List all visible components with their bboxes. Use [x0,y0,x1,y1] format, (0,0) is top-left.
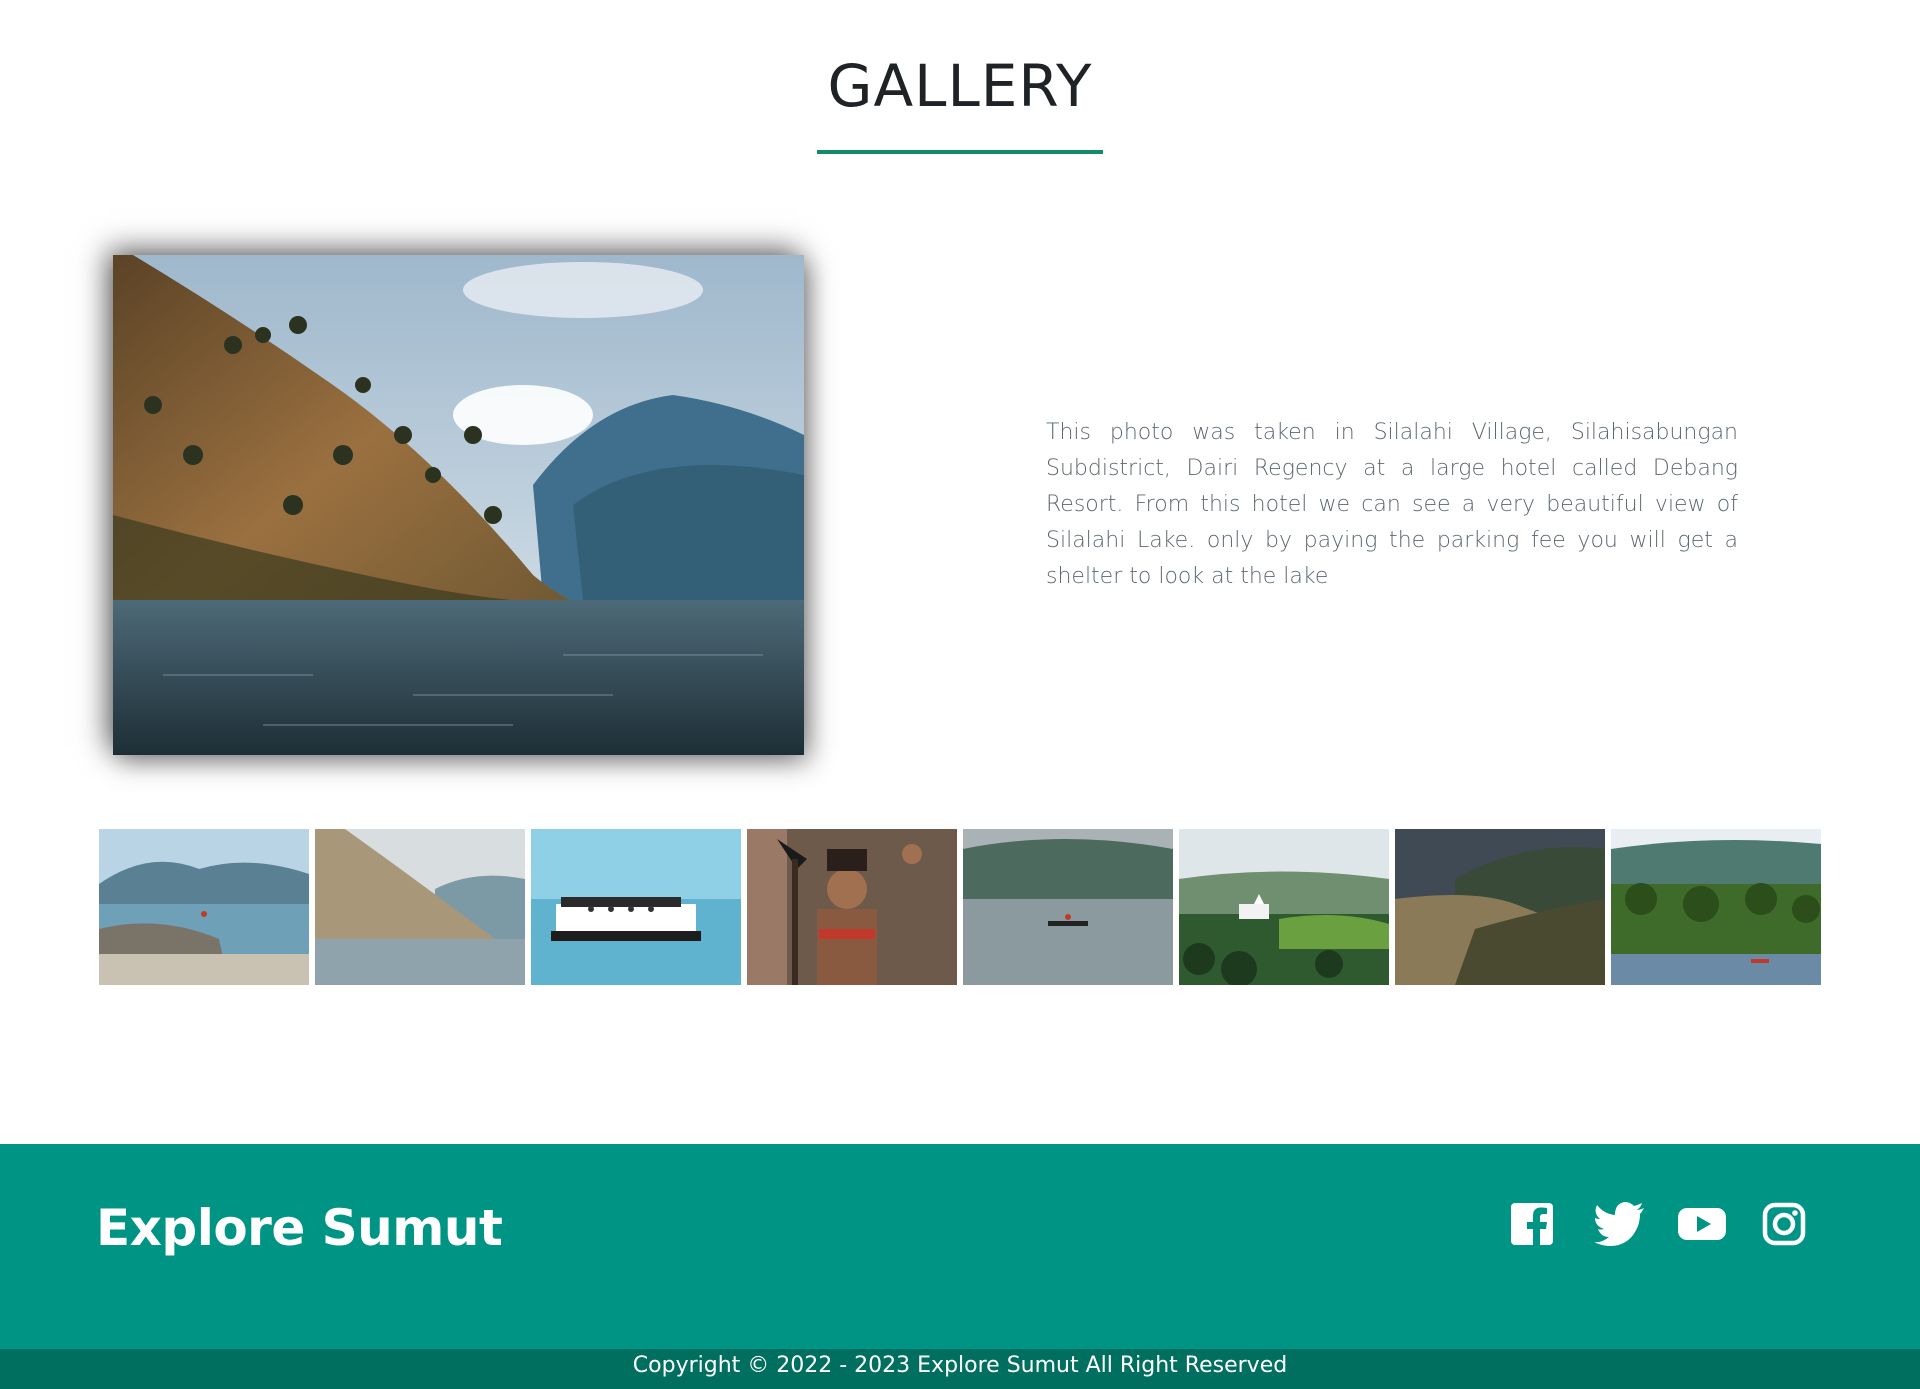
thumbnail-batak-warrior[interactable] [747,829,957,985]
instagram-icon[interactable] [1762,1202,1806,1246]
photo-description: This photo was taken in Silalahi Village… [1046,420,1738,589]
facebook-icon[interactable] [1510,1202,1554,1246]
thumbnail-ferry-boat[interactable] [531,829,741,985]
thumbnail-village-church-hills[interactable] [1179,829,1389,985]
copyright-text: Copyright © 2022 - 2023 Explore Sumut Al… [632,1353,1288,1378]
footer-brand[interactable]: Explore Sumut [96,1199,503,1257]
social-links [1510,1202,1806,1252]
thumbnail-lake-shore-rocks[interactable] [99,829,309,985]
title-underline [817,150,1103,154]
thumbnail-hillside-lake[interactable] [315,829,525,985]
thumbnail-strip [99,829,1822,985]
youtube-icon[interactable] [1678,1202,1726,1246]
twitter-icon[interactable] [1594,1202,1644,1246]
thumbnail-canoe-on-lake[interactable] [963,829,1173,985]
main-gallery-photo [113,255,804,755]
thumbnail-lake-bay-sunset[interactable] [1395,829,1605,985]
gallery-title: GALLERY [827,52,1093,120]
thumbnail-green-shore-boats[interactable] [1611,829,1821,985]
